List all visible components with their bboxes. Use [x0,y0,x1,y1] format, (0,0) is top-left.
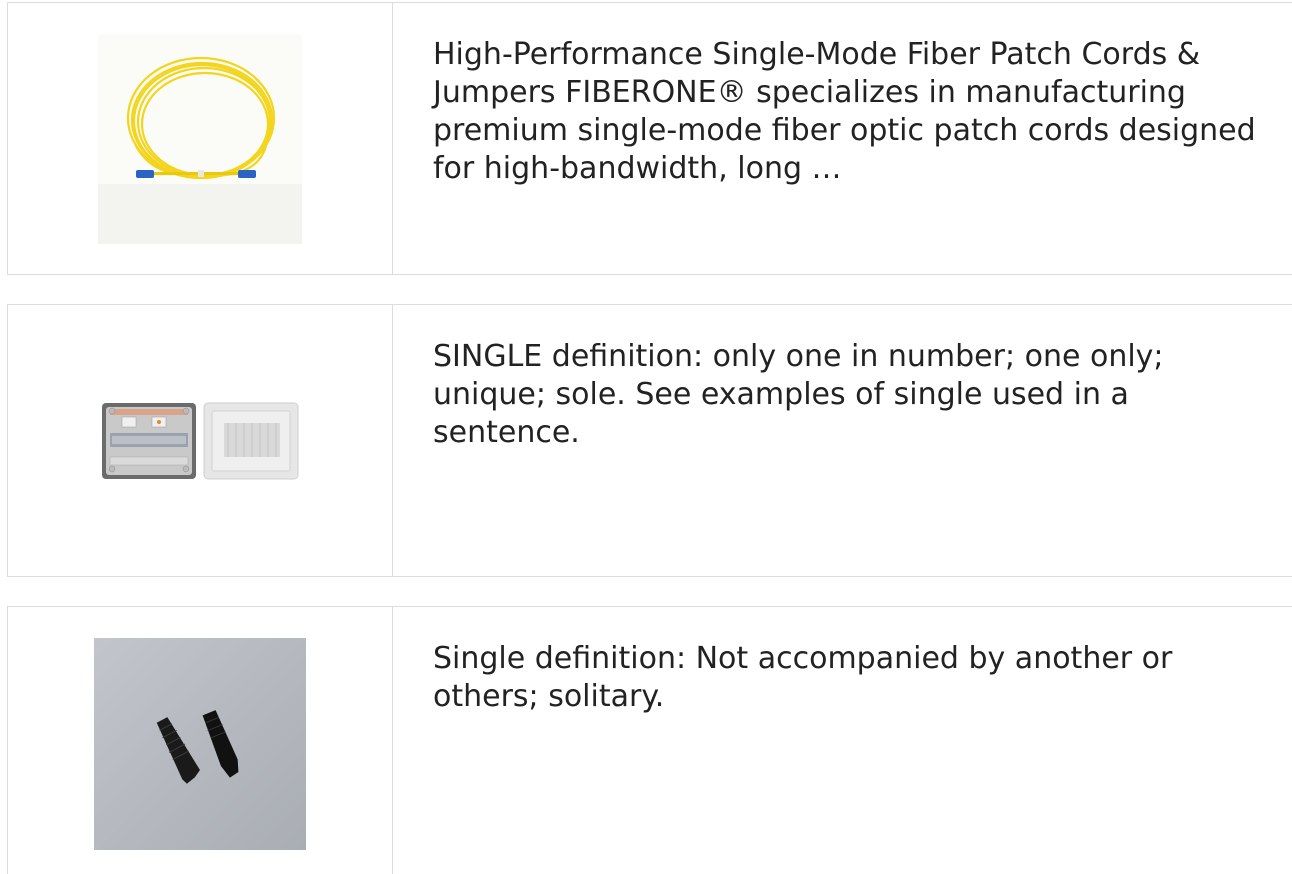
result-text-cell: SINGLE definition: only one in number; o… [393,305,1292,576]
thumbnail-cell [8,3,393,274]
result-description[interactable]: High-Performance Single-Mode Fiber Patch… [433,36,1273,188]
result-card[interactable]: Single definition: Not accompanied by an… [7,606,1292,874]
result-text-cell: High-Performance Single-Mode Fiber Patch… [393,3,1292,274]
result-card[interactable]: SINGLE definition: only one in number; o… [7,304,1292,577]
thumbnail-cell [8,305,393,576]
result-description[interactable]: SINGLE definition: only one in number; o… [433,338,1273,452]
result-description[interactable]: Single definition: Not accompanied by an… [433,640,1273,716]
results-list: High-Performance Single-Mode Fiber Patch… [0,0,1292,874]
result-text-cell: Single definition: Not accompanied by an… [393,607,1292,874]
connector-boots-image[interactable] [94,638,306,850]
result-card[interactable]: High-Performance Single-Mode Fiber Patch… [7,2,1292,275]
fiber-patch-cord-image[interactable] [98,33,302,244]
distribution-box-image[interactable] [100,401,300,481]
thumbnail-cell [8,607,393,874]
